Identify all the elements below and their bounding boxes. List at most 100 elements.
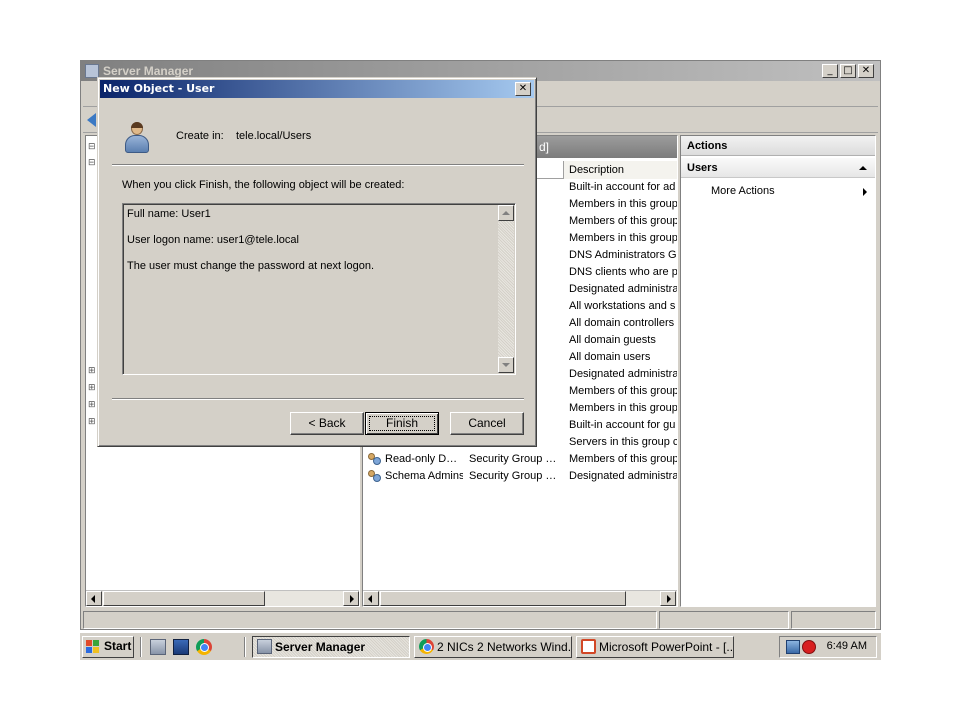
- windows-logo-icon: [86, 640, 101, 654]
- submenu-arrow-icon: [863, 188, 867, 196]
- summary-full-name: Full name: User1: [127, 208, 211, 220]
- scroll-left-button[interactable]: [363, 591, 379, 606]
- scroll-thumb[interactable]: [380, 591, 626, 606]
- server-manager-title: Server Manager: [103, 64, 194, 78]
- list-header-text: d]: [539, 140, 550, 154]
- separator: [112, 398, 524, 400]
- action-more-actions[interactable]: More Actions: [711, 185, 775, 197]
- scroll-left-button[interactable]: [86, 591, 102, 606]
- task-label: 2 NICs 2 Networks Wind...: [437, 640, 572, 654]
- start-button[interactable]: Start: [82, 636, 134, 658]
- taskbar-divider: [140, 637, 142, 657]
- column-header-description[interactable]: Description: [563, 161, 677, 179]
- group-description-cell: All domain controllers i: [569, 317, 677, 329]
- server-manager-icon: [257, 639, 272, 654]
- taskbar: Start Server Manager 2 NICs 2 Networks W…: [80, 632, 881, 660]
- new-object-user-dialog: New Object - User ✕ Create in: tele.loca…: [97, 77, 537, 447]
- tree-horizontal-scrollbar[interactable]: [86, 590, 359, 606]
- summary-intro: When you click Finish, the following obj…: [122, 179, 405, 191]
- actions-section-users[interactable]: Users: [681, 158, 875, 178]
- cancel-button[interactable]: Cancel: [450, 412, 524, 435]
- table-row[interactable]: Schema Admins Security Group … Designated …: [363, 468, 677, 485]
- dialog-title: New Object - User: [103, 82, 215, 95]
- collapse-icon[interactable]: [859, 166, 867, 170]
- scroll-right-button[interactable]: [343, 591, 359, 606]
- actions-section-label: Users: [687, 162, 718, 174]
- taskbar-divider: [244, 637, 246, 657]
- summary-box[interactable]: Full name: User1 User logon name: user1@…: [122, 203, 516, 375]
- group-type-cell: Security Group …: [469, 453, 557, 465]
- summary-vertical-scrollbar[interactable]: [498, 205, 514, 373]
- actions-title: Actions: [681, 136, 875, 156]
- group-description-cell: Designated administra: [569, 368, 677, 380]
- tree-expander-icon[interactable]: ⊟: [88, 158, 96, 168]
- tree-expander-icon[interactable]: ⊞: [88, 383, 96, 393]
- group-description-cell: All workstations and s: [569, 300, 676, 312]
- scroll-thumb[interactable]: [103, 591, 265, 606]
- scroll-down-button[interactable]: [498, 357, 514, 373]
- table-row[interactable]: Read-only D… Security Group … Members of t…: [363, 451, 677, 468]
- group-name-cell: Read-only D…: [385, 453, 458, 465]
- group-name-cell: Schema Admins: [385, 470, 463, 482]
- group-description-cell: DNS Administrators Gr: [569, 249, 677, 261]
- group-description-cell: Members in this group: [569, 198, 677, 210]
- minimize-button[interactable]: _: [822, 64, 838, 78]
- tree-expander-icon[interactable]: ⊞: [88, 417, 96, 427]
- group-description-cell: Members of this group: [569, 215, 677, 227]
- system-tray: 6:49 AM: [779, 636, 877, 658]
- group-icon: [367, 470, 382, 483]
- group-description-cell: Members in this group: [569, 232, 677, 244]
- group-description-cell: Designated administra: [569, 470, 677, 482]
- group-description-cell: Designated administra: [569, 283, 677, 295]
- scroll-up-button[interactable]: [498, 205, 514, 221]
- powershell-quicklaunch-icon[interactable]: [173, 639, 189, 655]
- task-server-manager[interactable]: Server Manager: [252, 636, 410, 658]
- group-description-cell: All domain guests: [569, 334, 656, 346]
- status-cell: [791, 611, 876, 629]
- group-description-cell: DNS clients who are p: [569, 266, 677, 278]
- list-horizontal-scrollbar[interactable]: [363, 590, 677, 606]
- tree-expander-icon[interactable]: ⊞: [88, 366, 96, 376]
- tree-expander-icon[interactable]: ⊟: [88, 142, 96, 152]
- group-icon: [367, 453, 382, 466]
- finish-button[interactable]: Finish: [365, 412, 439, 435]
- back-button[interactable]: < Back: [290, 412, 364, 435]
- scroll-right-button[interactable]: [660, 591, 676, 606]
- group-description-cell: Members of this group: [569, 385, 677, 397]
- maximize-button[interactable]: □: [840, 64, 856, 78]
- volume-muted-icon[interactable]: [802, 640, 816, 654]
- user-icon: [124, 122, 150, 156]
- group-type-cell: Security Group …: [469, 470, 557, 482]
- back-arrow-icon[interactable]: [87, 113, 96, 127]
- server-manager-quicklaunch-icon[interactable]: [150, 639, 166, 655]
- summary-logon-name: User logon name: user1@tele.local: [127, 234, 299, 246]
- server-manager-window: Server Manager _ □ ✕ ⊟ ⊟ ⊞ ⊞ ⊞ ⊞ d] Desc…: [80, 60, 881, 630]
- clock[interactable]: 6:49 AM: [827, 640, 867, 652]
- network-icon[interactable]: [786, 640, 800, 654]
- group-description-cell: Members in this group: [569, 402, 677, 414]
- powerpoint-icon: [581, 639, 596, 654]
- chrome-quicklaunch-icon[interactable]: [196, 639, 212, 655]
- task-chrome-window[interactable]: 2 NICs 2 Networks Wind...: [414, 636, 572, 658]
- desktop-screen: Server Manager _ □ ✕ ⊟ ⊟ ⊞ ⊞ ⊞ ⊞ d] Desc…: [80, 60, 881, 662]
- start-label: Start: [104, 639, 132, 653]
- actions-pane: Actions Users More Actions: [680, 135, 876, 607]
- create-in-label: Create in:: [176, 130, 224, 142]
- dialog-titlebar[interactable]: New Object - User ✕: [100, 80, 534, 98]
- dialog-close-button[interactable]: ✕: [515, 82, 531, 96]
- status-cell: [659, 611, 789, 629]
- task-label: Server Manager: [275, 640, 366, 654]
- group-description-cell: Built-in account for gu: [569, 419, 676, 431]
- group-description-cell: Built-in account for ad: [569, 181, 676, 193]
- close-button[interactable]: ✕: [858, 64, 874, 78]
- server-manager-app-icon: [85, 64, 99, 78]
- task-powerpoint[interactable]: Microsoft PowerPoint - [...: [576, 636, 734, 658]
- group-description-cell: Servers in this group c: [569, 436, 677, 448]
- task-label: Microsoft PowerPoint - [...: [599, 640, 734, 654]
- separator: [112, 164, 524, 166]
- create-in-value: tele.local/Users: [236, 130, 312, 142]
- status-bar: [83, 611, 878, 629]
- chrome-icon: [419, 639, 434, 654]
- tree-expander-icon[interactable]: ⊞: [88, 400, 96, 410]
- group-description-cell: All domain users: [569, 351, 651, 363]
